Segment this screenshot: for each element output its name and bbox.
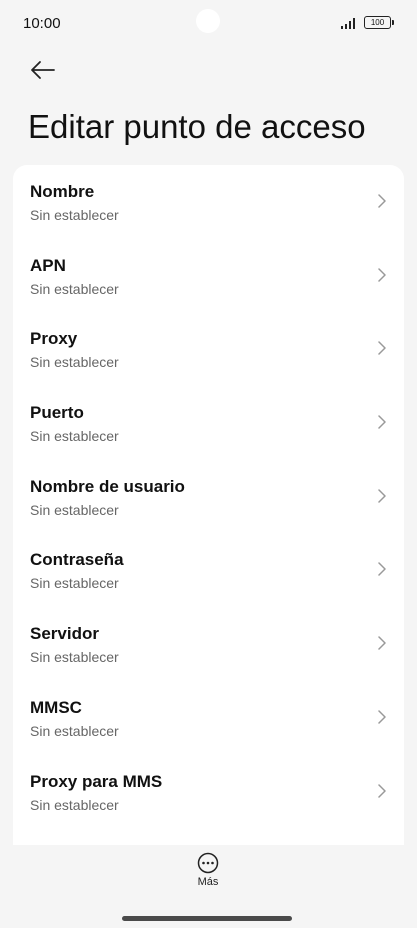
settings-list: Nombre Sin establecer APN Sin establecer… bbox=[13, 165, 404, 845]
settings-item-proxy-para-mms[interactable]: Proxy para MMS Sin establecer bbox=[13, 755, 404, 829]
item-value: Sin establecer bbox=[30, 575, 119, 592]
item-value: Sin establecer bbox=[30, 722, 119, 739]
settings-item-proxy[interactable]: Proxy Sin establecer bbox=[13, 312, 404, 386]
status-time: 10:00 bbox=[23, 15, 61, 32]
item-label: Puerto bbox=[30, 403, 84, 423]
chevron-right-icon bbox=[378, 341, 386, 356]
settings-item-apn[interactable]: APN Sin establecer bbox=[13, 239, 404, 313]
battery-tip bbox=[392, 20, 394, 25]
item-value: Sin establecer bbox=[30, 428, 119, 445]
signal-icon bbox=[341, 18, 355, 29]
chevron-right-icon bbox=[378, 267, 386, 282]
chevron-right-icon bbox=[378, 636, 386, 650]
item-label: Proxy para MMS bbox=[30, 771, 163, 791]
item-value: Sin establecer bbox=[30, 354, 119, 371]
item-value: Sin establecer bbox=[30, 501, 119, 518]
chevron-right-icon bbox=[378, 194, 386, 208]
page-title: Editar punto de acceso bbox=[28, 108, 366, 145]
bottom-action-bar: Más bbox=[0, 845, 417, 928]
item-label: MMSC bbox=[30, 697, 82, 717]
settings-item-contrasena[interactable]: Contraseña Sin establecer bbox=[13, 533, 404, 607]
more-horizontal-icon bbox=[197, 852, 219, 874]
settings-item-puerto[interactable]: Puerto Sin establecer bbox=[13, 386, 404, 460]
item-label: Contraseña bbox=[30, 550, 124, 570]
chevron-right-icon bbox=[378, 562, 386, 577]
item-value: Sin establecer bbox=[30, 649, 119, 666]
item-label: Servidor bbox=[30, 624, 99, 644]
settings-item-servidor[interactable]: Servidor Sin establecer bbox=[13, 607, 404, 681]
settings-item-mmsc[interactable]: MMSC Sin establecer bbox=[13, 681, 404, 755]
item-value: Sin establecer bbox=[30, 280, 119, 297]
status-bar: 10:00 100 bbox=[0, 0, 417, 48]
item-value: Sin establecer bbox=[30, 207, 119, 223]
item-label: Nombre de usuario bbox=[30, 476, 185, 496]
item-label: Nombre bbox=[30, 182, 95, 201]
item-label: APN bbox=[30, 255, 66, 275]
back-button[interactable] bbox=[28, 56, 58, 84]
chevron-right-icon bbox=[378, 489, 386, 503]
item-label: Proxy bbox=[30, 329, 78, 349]
chevron-right-icon bbox=[378, 710, 386, 724]
settings-item-nombre-de-usuario[interactable]: Nombre de usuario Sin establecer bbox=[13, 460, 404, 534]
home-indicator[interactable] bbox=[122, 916, 292, 921]
chevron-right-icon bbox=[378, 783, 386, 798]
arrow-left-icon bbox=[31, 61, 55, 79]
chevron-right-icon bbox=[378, 415, 386, 429]
item-value: Sin establecer bbox=[30, 796, 119, 813]
more-label: Más bbox=[197, 876, 219, 888]
more-button[interactable]: Más bbox=[183, 852, 233, 898]
battery-level: 100 bbox=[364, 16, 391, 29]
settings-item-nombre[interactable]: Nombre Sin establecer bbox=[13, 165, 404, 239]
battery-icon: 100 bbox=[364, 16, 394, 29]
camera-cutout bbox=[196, 9, 220, 33]
